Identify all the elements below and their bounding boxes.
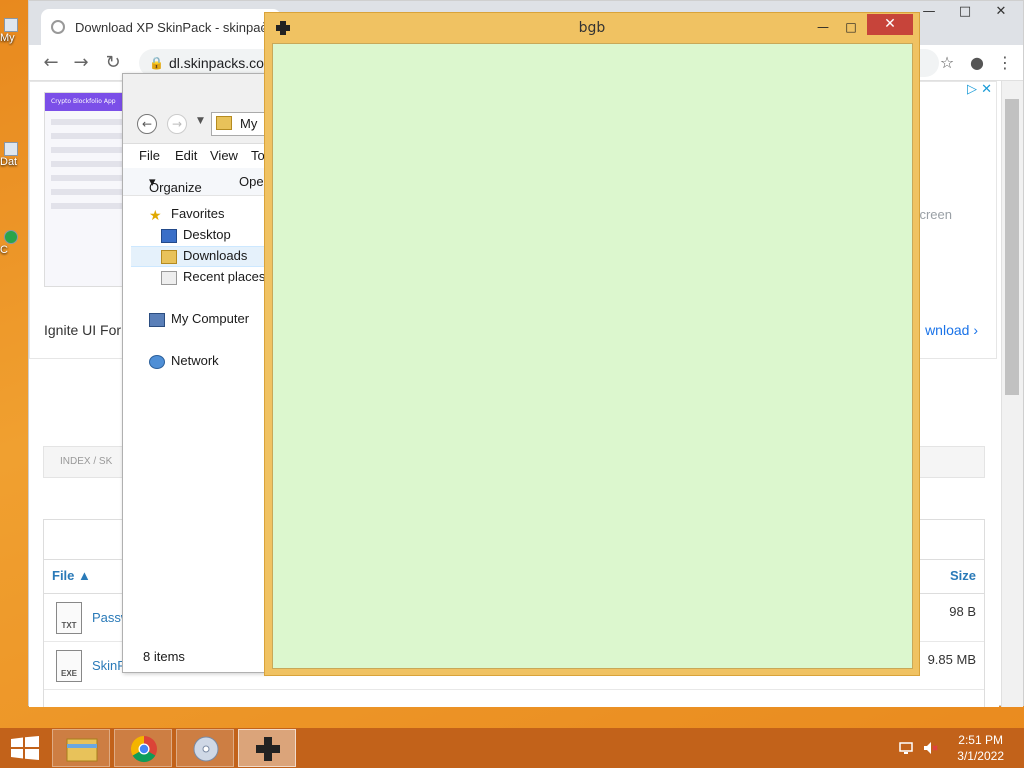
back-arrow-icon[interactable]: ← [39, 51, 63, 75]
favicon-icon [51, 20, 65, 34]
nav-network-label: Network [171, 353, 219, 368]
organize-button[interactable]: Organize ▾ [149, 174, 202, 195]
folder-icon [4, 142, 18, 156]
network-icon [149, 354, 165, 369]
explorer-command-bar: Organize ▾ Oper [123, 168, 268, 196]
desktop-icon-data[interactable]: Dat [0, 142, 22, 170]
file-size: 98 B [949, 604, 976, 619]
desktop-icon-label: My [0, 32, 15, 44]
app-icon [4, 230, 18, 244]
file-size: 9.85 MB [927, 652, 976, 667]
ad-title[interactable]: Ignite UI For A [44, 322, 133, 338]
taskbar-media-player[interactable] [176, 729, 234, 767]
menu-view[interactable]: View [210, 148, 238, 163]
bgb-minimize-button[interactable]: — [811, 17, 835, 37]
gamepad-dpad-icon [256, 737, 280, 761]
explorer-window: ← → ▼ My File Edit View To Organize ▾ Op… [122, 73, 271, 673]
menu-file[interactable]: File [139, 148, 160, 163]
clock-date: 3/1/2022 [957, 749, 1004, 763]
volume-muted-icon[interactable] [922, 740, 938, 756]
nav-desktop-label: Desktop [183, 227, 231, 242]
bgb-close-button[interactable]: ✕ [867, 14, 913, 35]
size-column-header[interactable]: Size [950, 568, 976, 583]
address-text: My [240, 116, 258, 131]
desktop-icons: My Dat C [0, 0, 22, 300]
desktop-icon-c[interactable]: C [0, 230, 22, 258]
nav-downloads-label: Downloads [183, 248, 248, 263]
nav-favorites[interactable]: ★ Favorites [149, 204, 224, 224]
browser-tab[interactable]: Download XP SkinPack - skinpack ✕ [41, 9, 281, 45]
nav-favorites-label: Favorites [171, 206, 225, 221]
chrome-maximize-button[interactable]: □ [947, 1, 983, 25]
file-name-link[interactable]: SkinP [92, 658, 126, 673]
windows-start-icon[interactable] [10, 736, 40, 760]
menu-edit[interactable]: Edit [175, 148, 197, 163]
explorer-status-bar: 8 items [143, 649, 185, 664]
ad-choices-icon[interactable]: ▷ ✕ [967, 82, 992, 97]
desktop-icon [161, 228, 177, 243]
desktop-icon-my-computer[interactable]: My [0, 18, 22, 46]
nav-computer-label: My Computer [171, 311, 250, 326]
file-explorer-icon [66, 738, 98, 762]
ad-thumbnail: Crypto Blockfolio App [44, 92, 134, 287]
taskbar-chrome[interactable] [114, 729, 172, 767]
chrome-icon [130, 735, 157, 763]
chrome-close-button[interactable]: ✕ [983, 1, 1019, 25]
ad-download-link[interactable]: wnload › [925, 322, 978, 338]
file-header-label: File [52, 568, 75, 583]
file-column-header[interactable]: File ▲ [52, 568, 91, 583]
taskbar-bgb[interactable] [238, 729, 296, 767]
nav-downloads[interactable]: Downloads [161, 246, 247, 266]
menu-kebab-icon[interactable]: ⋮ [993, 51, 1017, 75]
menu-tools[interactable]: To [251, 148, 265, 163]
bgb-window: bgb — □ ✕ [264, 12, 920, 676]
explorer-nav-bar: ← → ▼ My [123, 74, 271, 144]
ad-download-label: wnload [925, 322, 970, 338]
txt-file-icon: TXT [56, 602, 82, 634]
tab-title: Download XP SkinPack - skinpack [75, 19, 274, 35]
nav-network[interactable]: Network [149, 351, 219, 371]
organize-label: Organize [149, 180, 202, 195]
taskbar: 2:51 PM 3/1/2022 [0, 728, 1024, 768]
star-icon: ★ [149, 206, 162, 223]
explorer-menu-bar: File Edit View To [123, 144, 267, 168]
emulator-screen[interactable] [272, 43, 913, 669]
recent-dropdown-icon[interactable]: ▼ [197, 116, 204, 126]
ad-thumbnail-title: Crypto Blockfolio App [45, 93, 133, 111]
nav-desktop[interactable]: Desktop [161, 225, 231, 245]
exe-file-icon: EXE [56, 650, 82, 682]
folder-icon [216, 116, 232, 130]
downloads-folder-icon [161, 249, 177, 264]
reload-icon[interactable]: ↻ [101, 51, 125, 75]
url-text: dl.skinpacks.com [169, 55, 276, 71]
media-disc-icon [193, 736, 219, 762]
ad-fullscreen-text: creen [919, 207, 952, 222]
forward-arrow-icon[interactable]: → [167, 114, 187, 134]
taskbar-clock[interactable]: 2:51 PM 3/1/2022 [957, 732, 1004, 764]
nav-recent-label: Recent places [183, 269, 266, 284]
recent-places-icon [161, 270, 177, 285]
forward-arrow-icon[interactable]: → [69, 51, 93, 75]
network-tray-icon[interactable] [898, 740, 914, 756]
profile-icon[interactable]: ● [965, 51, 989, 75]
page-scrollbar[interactable] [1001, 81, 1023, 707]
clock-time: 2:51 PM [958, 733, 1003, 747]
back-arrow-icon[interactable]: ← [137, 114, 157, 134]
bgb-maximize-button[interactable]: □ [839, 17, 863, 37]
taskbar-file-explorer[interactable] [52, 729, 110, 767]
computer-icon [4, 18, 18, 32]
nav-my-computer[interactable]: My Computer [149, 309, 249, 329]
scrollbar-thumb[interactable] [1005, 99, 1019, 395]
computer-icon [149, 312, 165, 327]
nav-recent-places[interactable]: Recent places [161, 267, 265, 287]
desktop-icon-label: Dat [0, 156, 18, 168]
explorer-address-bar[interactable]: My [211, 112, 271, 136]
desktop-icon-label: C [0, 244, 8, 256]
bookmark-star-icon[interactable]: ☆ [935, 51, 959, 75]
